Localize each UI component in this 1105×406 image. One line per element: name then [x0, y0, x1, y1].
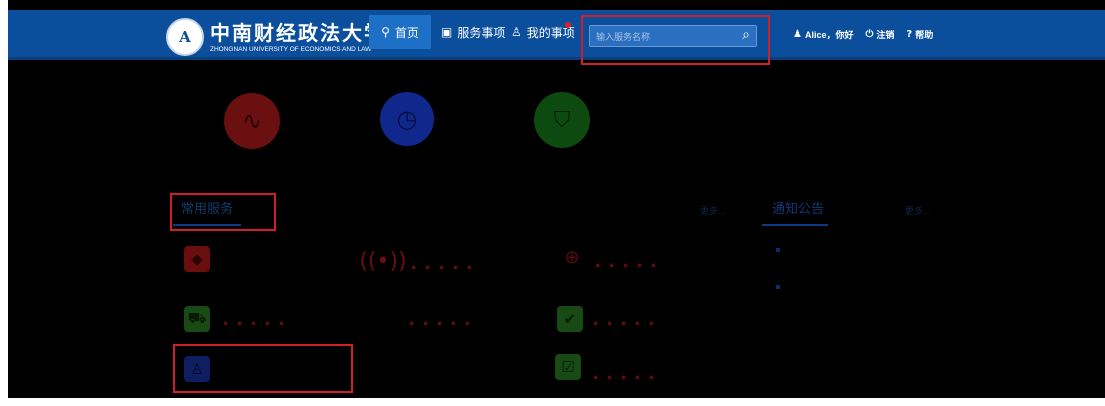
nav-bar-edge: [8, 57, 1105, 60]
user-greeting[interactable]: Alice，你好: [805, 28, 854, 41]
logo-text-cn: 中南财经政法大学: [210, 20, 386, 45]
quick-entry-blue[interactable]: ◷: [380, 92, 434, 146]
notice-bullet: [776, 248, 780, 252]
service-item-9[interactable]: ☑: [555, 354, 581, 380]
nav-home[interactable]: ⚲ 首页: [369, 15, 431, 49]
service-item-3[interactable]: ⊕: [559, 244, 585, 270]
service-rating: ● ● ● ● ●: [223, 318, 288, 328]
person-icon: ♟: [793, 29, 802, 40]
apple-icon: ◆: [191, 250, 203, 268]
notification-dot: [565, 22, 571, 28]
help-link[interactable]: 帮助: [915, 28, 933, 41]
frame-edge-bottom: [0, 398, 1105, 406]
user-icon: ♙: [511, 25, 522, 39]
user-area: ♟ Alice，你好 ⏻ 注销 ? 帮助: [793, 28, 933, 41]
notices-more-link[interactable]: 更多...: [905, 204, 931, 217]
power-icon: ⏻: [865, 29, 874, 40]
map-pin-icon: ⊕: [564, 246, 580, 268]
university-logo[interactable]: A 中南财经政法大学 ZHONGNAN UNIVERSITY OF ECONOM…: [166, 18, 386, 56]
service-rating: ● ● ● ● ●: [593, 372, 658, 382]
nav-home-label: 首页: [394, 25, 419, 40]
shield-icon: ⛉: [553, 107, 571, 133]
nav-my-items[interactable]: ♙ 我的事项: [511, 15, 575, 49]
highlight-box-search: [581, 15, 770, 65]
service-item-1[interactable]: ◆: [184, 246, 210, 272]
broadcast-icon: ((•)): [359, 248, 407, 274]
service-item-4[interactable]: ⛟: [184, 306, 210, 332]
service-rating: ● ● ● ● ●: [411, 262, 476, 272]
service-item-6[interactable]: ✔: [557, 306, 583, 332]
car-icon: ⛟: [187, 309, 207, 327]
service-rating: ● ● ● ● ●: [409, 318, 474, 328]
university-seal-icon: A: [166, 18, 204, 56]
service-rating: ● ● ● ● ●: [593, 318, 658, 328]
check-shield-icon: ✔: [563, 310, 577, 328]
highlight-box-common-services: [170, 193, 276, 231]
clock-icon: ◷: [396, 105, 418, 133]
nav-services[interactable]: ▣ 服务事项: [441, 15, 505, 49]
logout-link[interactable]: 注销: [876, 28, 894, 41]
highlight-box-service: [173, 344, 353, 393]
service-item-2[interactable]: ((•)): [359, 248, 406, 274]
pulse-icon: ∿: [241, 107, 263, 135]
notice-bullet: [776, 285, 780, 289]
quick-entry-red[interactable]: ∿: [224, 93, 280, 149]
notices-underline: [762, 224, 828, 226]
logo-text-en: ZHONGNAN UNIVERSITY OF ECONOMICS AND LAW: [210, 45, 372, 53]
services-more-link[interactable]: 更多...: [700, 204, 726, 217]
checkbox-icon: ☑: [561, 358, 575, 376]
help-icon: ?: [906, 29, 913, 40]
quick-entry-green[interactable]: ⛉: [534, 92, 590, 148]
frame-edge-left: [0, 0, 8, 406]
service-rating: ● ● ● ● ●: [595, 260, 660, 270]
lightbulb-icon: ⚲: [381, 25, 390, 39]
notices-title[interactable]: 通知公告: [772, 198, 824, 217]
calendar-icon: ▣: [441, 25, 453, 39]
nav-services-label: 服务事项: [457, 25, 506, 40]
logo-text: 中南财经政法大学 ZHONGNAN UNIVERSITY OF ECONOMIC…: [210, 22, 386, 53]
